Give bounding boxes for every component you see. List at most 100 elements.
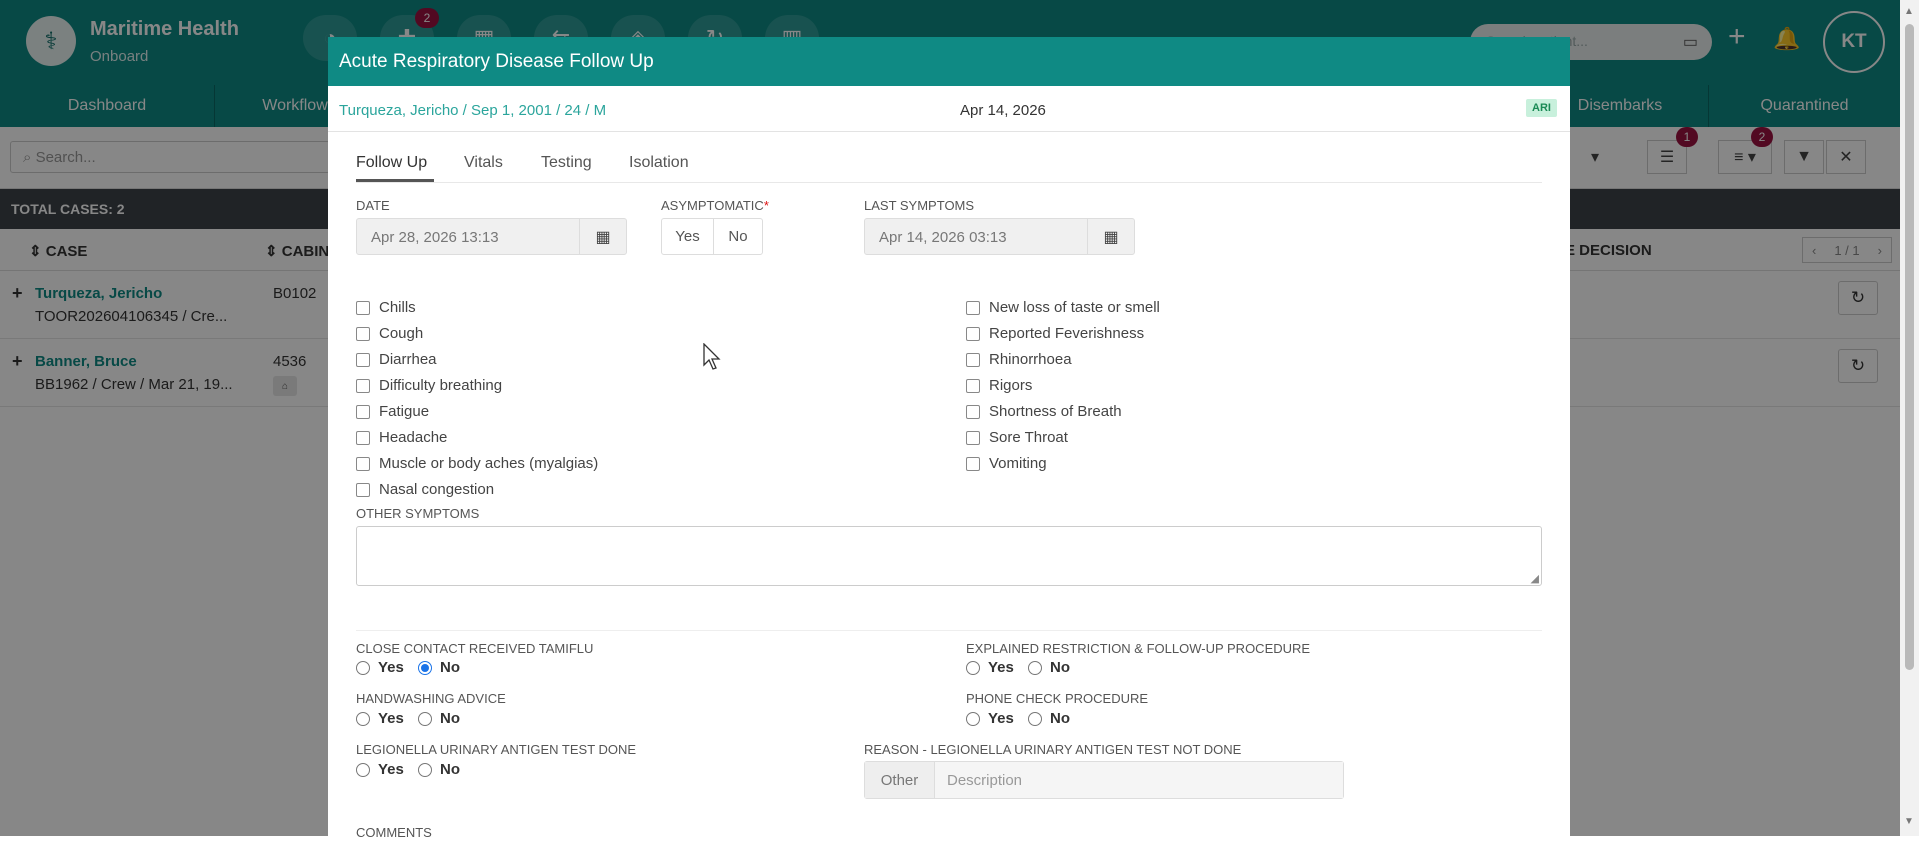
radio-circle[interactable] bbox=[356, 660, 370, 675]
patient-link[interactable]: Turqueza, Jericho / Sep 1, 2001 / 24 / M bbox=[339, 102, 606, 119]
handwashing-label: HANDWASHING ADVICE bbox=[356, 691, 506, 706]
radio-circle[interactable] bbox=[1028, 660, 1042, 675]
last-symptoms-value: Apr 14, 2026 03:13 bbox=[879, 229, 1007, 246]
radio-circle[interactable] bbox=[356, 762, 370, 777]
checkbox-box[interactable] bbox=[356, 482, 370, 497]
tamiflu-no-radio[interactable]: No bbox=[418, 659, 460, 676]
symptom-checkbox[interactable]: Rhinorrhoea bbox=[966, 351, 1072, 368]
radio-label: No bbox=[1050, 710, 1070, 727]
date-label: DATE bbox=[356, 198, 390, 213]
symptom-checkbox[interactable]: Rigors bbox=[966, 377, 1032, 394]
radio-label: No bbox=[440, 710, 460, 727]
checkbox-box[interactable] bbox=[966, 456, 980, 471]
handwashing-yes-radio[interactable]: Yes bbox=[356, 710, 404, 727]
symptom-checkbox[interactable]: New loss of taste or smell bbox=[966, 299, 1160, 316]
radio-circle[interactable] bbox=[966, 660, 980, 675]
calendar-icon[interactable]: ▦ bbox=[579, 219, 626, 254]
asymptomatic-yes-button[interactable]: Yes bbox=[662, 219, 714, 254]
radio-circle[interactable] bbox=[356, 711, 370, 726]
asymptomatic-toggle: Yes No bbox=[661, 218, 763, 255]
follow-up-modal: Acute Respiratory Disease Follow Up Turq… bbox=[328, 37, 1570, 847]
asymptomatic-no-button[interactable]: No bbox=[714, 219, 762, 254]
symptom-checkbox[interactable]: Fatigue bbox=[356, 403, 429, 420]
tab-testing[interactable]: Testing bbox=[541, 154, 592, 172]
calendar-icon[interactable]: ▦ bbox=[1087, 219, 1134, 254]
reason-description-input[interactable]: Description bbox=[935, 762, 1343, 798]
modal-title: Acute Respiratory Disease Follow Up bbox=[328, 37, 1570, 86]
symptom-checkbox[interactable]: Muscle or body aches (myalgias) bbox=[356, 455, 598, 472]
symptom-checkbox[interactable]: Headache bbox=[356, 429, 447, 446]
symptom-checkbox[interactable]: Cough bbox=[356, 325, 423, 342]
tab-isolation[interactable]: Isolation bbox=[629, 154, 689, 172]
symptom-label: Fatigue bbox=[379, 403, 430, 420]
tamiflu-yes-radio[interactable]: Yes bbox=[356, 659, 404, 676]
date-input[interactable]: Apr 28, 2026 13:13 ▦ bbox=[356, 218, 627, 255]
tab-vitals[interactable]: Vitals bbox=[464, 154, 503, 172]
asymptomatic-label: ASYMPTOMATIC* bbox=[661, 198, 769, 213]
mouse-cursor-icon bbox=[703, 343, 721, 370]
scroll-down-icon[interactable]: ▼ bbox=[1904, 816, 1914, 827]
phone-check-no-radio[interactable]: No bbox=[1028, 710, 1070, 727]
restriction-label: EXPLAINED RESTRICTION & FOLLOW-UP PROCED… bbox=[966, 641, 1311, 656]
page-scrollbar[interactable]: ▲ ▼ bbox=[1900, 0, 1919, 836]
phone-check-label: PHONE CHECK PROCEDURE bbox=[966, 691, 1149, 706]
radio-circle[interactable] bbox=[418, 762, 432, 777]
checkbox-box[interactable] bbox=[356, 456, 370, 471]
symptom-checkbox[interactable]: Chills bbox=[356, 299, 416, 316]
checkbox-box[interactable] bbox=[966, 326, 980, 341]
patient-info-bar: Turqueza, Jericho / Sep 1, 2001 / 24 / M… bbox=[328, 86, 1570, 132]
legionella-no-radio[interactable]: No bbox=[418, 761, 460, 778]
reason-input-group: Other Description bbox=[864, 761, 1344, 799]
checkbox-box[interactable] bbox=[356, 300, 370, 315]
checkbox-box[interactable] bbox=[966, 404, 980, 419]
radio-circle[interactable] bbox=[418, 711, 432, 726]
symptom-label: Headache bbox=[379, 429, 448, 446]
checkbox-box[interactable] bbox=[356, 378, 370, 393]
symptom-checkbox[interactable]: Reported Feverishness bbox=[966, 325, 1144, 342]
required-marker: * bbox=[763, 198, 769, 213]
other-symptoms-label: OTHER SYMPTOMS bbox=[356, 506, 480, 521]
symptom-label: Cough bbox=[379, 325, 424, 342]
checkbox-box[interactable] bbox=[356, 326, 370, 341]
reason-prefix: Other bbox=[865, 762, 935, 798]
checkbox-box[interactable] bbox=[356, 404, 370, 419]
checkbox-box[interactable] bbox=[966, 430, 980, 445]
symptom-label: Rigors bbox=[989, 377, 1033, 394]
last-symptoms-input[interactable]: Apr 14, 2026 03:13 ▦ bbox=[864, 218, 1135, 255]
scroll-up-icon[interactable]: ▲ bbox=[1904, 6, 1914, 17]
checkbox-box[interactable] bbox=[966, 300, 980, 315]
symptom-checkbox[interactable]: Sore Throat bbox=[966, 429, 1068, 446]
checkbox-box[interactable] bbox=[966, 352, 980, 367]
phone-check-yes-radio[interactable]: Yes bbox=[966, 710, 1014, 727]
tab-baseline bbox=[356, 182, 1542, 183]
comments-label: COMMENTS bbox=[356, 825, 432, 840]
checkbox-box[interactable] bbox=[356, 430, 370, 445]
radio-circle[interactable] bbox=[966, 711, 980, 726]
checkbox-box[interactable] bbox=[356, 352, 370, 367]
symptom-label: Chills bbox=[379, 299, 416, 316]
radio-circle-selected[interactable] bbox=[418, 660, 432, 675]
symptom-checkbox[interactable]: Difficulty breathing bbox=[356, 377, 502, 394]
symptom-label: Sore Throat bbox=[989, 429, 1068, 446]
date-value: Apr 28, 2026 13:13 bbox=[371, 229, 499, 246]
checkbox-box[interactable] bbox=[966, 378, 980, 393]
symptom-checkbox[interactable]: Shortness of Breath bbox=[966, 403, 1122, 420]
symptom-checkbox[interactable]: Nasal congestion bbox=[356, 481, 494, 498]
handwashing-no-radio[interactable]: No bbox=[418, 710, 460, 727]
restriction-yes-radio[interactable]: Yes bbox=[966, 659, 1014, 676]
radio-circle[interactable] bbox=[1028, 711, 1042, 726]
resize-handle-icon[interactable]: ◢ bbox=[1531, 572, 1539, 585]
symptom-label: Diarrhea bbox=[379, 351, 437, 368]
symptom-label: New loss of taste or smell bbox=[989, 299, 1160, 316]
symptom-checkbox[interactable]: Diarrhea bbox=[356, 351, 437, 368]
scrollbar-thumb[interactable] bbox=[1905, 24, 1914, 670]
tab-follow-up[interactable]: Follow Up bbox=[356, 154, 427, 172]
symptom-label: Nasal congestion bbox=[379, 481, 495, 498]
radio-label: Yes bbox=[378, 659, 404, 676]
symptom-checkbox[interactable]: Vomiting bbox=[966, 455, 1047, 472]
section-divider bbox=[356, 630, 1542, 631]
other-symptoms-textarea[interactable]: ◢ bbox=[356, 526, 1542, 586]
radio-label: Yes bbox=[988, 659, 1014, 676]
restriction-no-radio[interactable]: No bbox=[1028, 659, 1070, 676]
legionella-yes-radio[interactable]: Yes bbox=[356, 761, 404, 778]
